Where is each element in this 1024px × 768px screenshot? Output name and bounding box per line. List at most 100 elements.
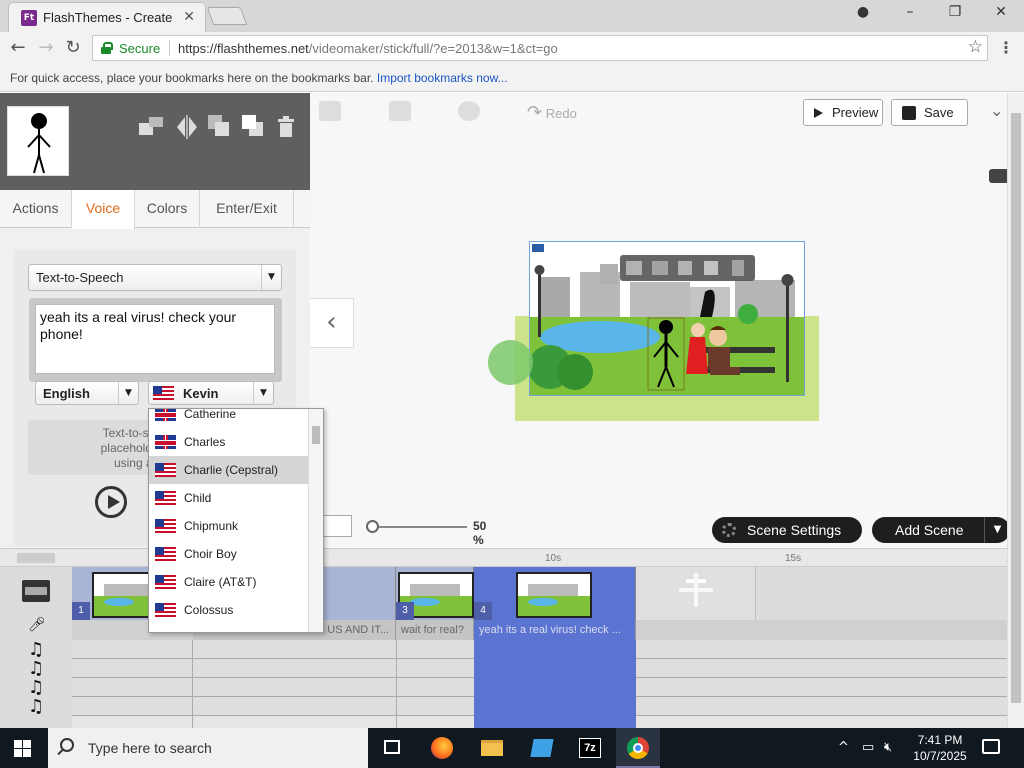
system-clock[interactable]: 7:41 PM 10/7/2025: [906, 732, 974, 764]
swap-icon[interactable]: [626, 261, 642, 275]
scene-number: 1: [72, 602, 90, 620]
reload-icon[interactable]: ↻: [62, 37, 84, 59]
flip-character-icon[interactable]: [175, 115, 197, 139]
windows-start-icon[interactable]: [14, 740, 31, 757]
send-backward-icon[interactable]: [208, 115, 230, 137]
search-placeholder: Type here to search: [88, 740, 212, 756]
tab-voice[interactable]: Voice: [72, 190, 135, 229]
browser-tab-strip: Ft FlashThemes - Create ✕ ● – ❐ ✕: [0, 0, 1024, 32]
chevron-down-icon: ▼: [253, 382, 273, 404]
clock-time: 7:41 PM: [917, 733, 963, 747]
tab-colors[interactable]: Colors: [135, 190, 200, 228]
preview-button[interactable]: Preview: [803, 99, 883, 126]
bookmark-star-icon[interactable]: ☆: [968, 37, 983, 57]
music-note-icon: ♫: [28, 696, 45, 717]
7zip-icon[interactable]: 7z: [568, 728, 612, 768]
music-note-icon: ♫: [28, 639, 45, 660]
address-bar[interactable]: Secure https://flashthemes.net/videomake…: [92, 35, 988, 61]
notifications-icon[interactable]: [982, 739, 1000, 754]
visual-studio-icon[interactable]: [520, 728, 564, 768]
voice-list-scrollbar-thumb[interactable]: [312, 426, 320, 444]
redo-button[interactable]: ↷ Redo: [527, 102, 577, 123]
profile-icon[interactable]: ●: [848, 4, 878, 20]
timeline-scroll-arrow-icon[interactable]: [17, 553, 55, 563]
add-scene-button[interactable]: Add Scene ▼: [872, 517, 1010, 543]
voice-clip[interactable]: wait for real?: [396, 620, 474, 640]
bush-prop[interactable]: [488, 340, 533, 385]
voice-dropdown-list[interactable]: Catherine Charles Charlie (Cepstral) Child C…: [148, 408, 324, 633]
camera-icon[interactable]: [989, 169, 1007, 183]
voice-option[interactable]: Colossus: [149, 596, 309, 624]
flip-icon[interactable]: [652, 261, 668, 275]
voice-option[interactable]: Choir Boy: [149, 540, 309, 568]
collapse-panel-button[interactable]: ‹: [310, 298, 354, 348]
copy-disabled-icon[interactable]: [319, 101, 341, 121]
character-header: [0, 93, 310, 190]
panel-tabs: Actions Voice Colors Enter/Exit: [0, 190, 310, 229]
delete-character-icon[interactable]: [276, 115, 298, 137]
paste-disabled-icon[interactable]: [389, 101, 411, 121]
timeline-scene-selected[interactable]: 4: [474, 567, 636, 620]
network-icon[interactable]: ▭: [862, 740, 874, 755]
bring-forward-icon[interactable]: [242, 115, 264, 137]
flashthemes-favicon-icon: Ft: [21, 10, 37, 26]
page-scrollbar-thumb[interactable]: [1011, 113, 1021, 703]
tab-actions[interactable]: Actions: [0, 190, 72, 228]
tab-close-icon[interactable]: ✕: [183, 8, 195, 25]
task-view-icon[interactable]: [370, 728, 414, 768]
send-back-icon[interactable]: [678, 261, 692, 275]
import-bookmarks-link[interactable]: Import bookmarks now...: [377, 71, 508, 85]
back-arrow-icon[interactable]: ←: [7, 37, 29, 59]
voice-mode-select[interactable]: Text-to-Speech ▼: [28, 264, 282, 291]
voice-option[interactable]: Charlie (Cepstral): [149, 456, 309, 484]
zoom-slider-track[interactable]: [372, 526, 467, 528]
play-voice-button[interactable]: [95, 486, 127, 518]
page-scrollbar[interactable]: [1007, 93, 1024, 728]
voice-select[interactable]: Kevin ▼: [148, 381, 274, 405]
undo-icon[interactable]: [458, 101, 480, 121]
tray-chevron-icon[interactable]: ^: [838, 740, 849, 755]
add-scene-slot[interactable]: [636, 567, 756, 620]
scene-settings-button[interactable]: Scene Settings: [712, 517, 862, 543]
tab-enter-exit[interactable]: Enter/Exit: [200, 190, 294, 228]
zoom-slider-knob[interactable]: [366, 520, 379, 533]
voice-option[interactable]: Child: [149, 484, 309, 512]
voice-list-scrollbar[interactable]: [308, 409, 323, 632]
video-maker-app: ↷ Redo Preview Save ⌄ 50 % Scene Setting…: [0, 93, 1024, 729]
bring-front-icon[interactable]: [704, 261, 718, 275]
file-explorer-icon[interactable]: [470, 728, 514, 768]
url-base: https://flashthemes.net: [178, 41, 309, 56]
firefox-icon[interactable]: [420, 728, 464, 768]
minimize-icon[interactable]: –: [895, 4, 925, 20]
url-text[interactable]: https://flashthemes.net/videomaker/stick…: [178, 41, 558, 56]
browser-menu-icon[interactable]: ⋮: [998, 38, 1014, 57]
voice-option-label: Chipmunk: [184, 519, 239, 533]
save-label: Save: [924, 105, 954, 120]
voice-option[interactable]: Catherine: [149, 409, 309, 428]
us-flag-icon: [155, 463, 176, 477]
filmstrip-icon: [22, 580, 50, 602]
trash-icon[interactable]: [732, 260, 744, 276]
new-tab-button[interactable]: [206, 7, 248, 25]
track-icons: 🎤︎ ♫ ♫ ♫ ♫: [0, 567, 72, 729]
maximize-icon[interactable]: ❐: [940, 4, 970, 20]
gear-icon: [722, 523, 736, 537]
language-select[interactable]: English ▼: [35, 381, 139, 405]
forward-arrow-icon[interactable]: →: [35, 37, 57, 59]
voice-clip-selected[interactable]: yeah its a real virus! check ...: [474, 620, 636, 640]
timeline-scene[interactable]: 3: [396, 567, 474, 620]
collapse-chevron-icon[interactable]: ⌄: [990, 101, 1003, 120]
zoom-thumbnail: [322, 515, 352, 537]
tts-textarea[interactable]: yeah its a real virus! check your phone!: [35, 304, 275, 374]
voice-option[interactable]: Claire (AT&T): [149, 568, 309, 596]
voice-option[interactable]: Charles: [149, 428, 309, 456]
voice-option[interactable]: Chipmunk: [149, 512, 309, 540]
chrome-icon[interactable]: [616, 728, 660, 768]
window-close-icon[interactable]: ✕: [986, 4, 1016, 20]
save-button[interactable]: Save: [891, 99, 968, 126]
browser-tab[interactable]: Ft FlashThemes - Create ✕: [8, 2, 206, 32]
volume-muted-icon[interactable]: 🔇︎: [884, 740, 892, 755]
swap-character-icon[interactable]: [139, 115, 163, 137]
bookmarks-bar: For quick access, place your bookmarks h…: [0, 64, 1024, 92]
taskbar-search[interactable]: Type here to search: [48, 728, 368, 768]
